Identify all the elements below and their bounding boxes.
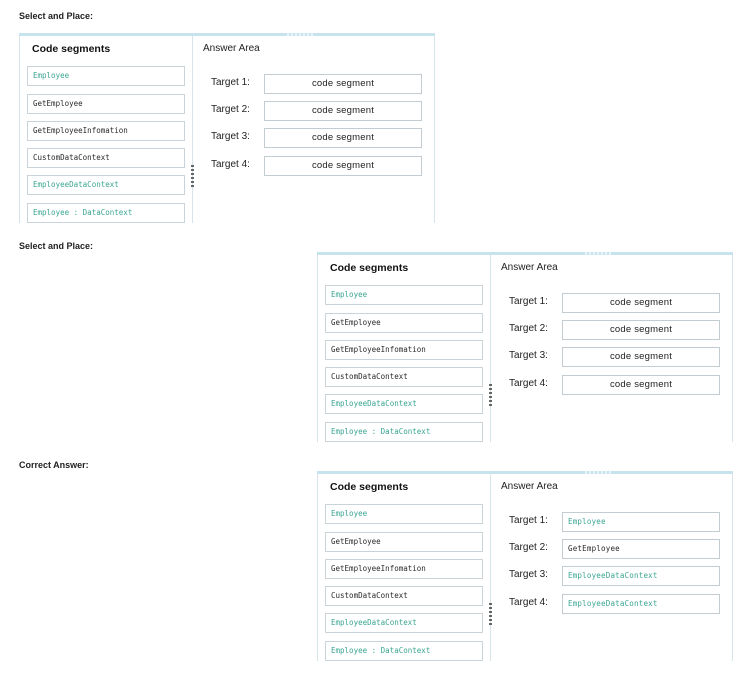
target-label: Target 3:: [211, 131, 250, 142]
code-segment-item[interactable]: Employee: [325, 285, 483, 305]
target-label: Target 2:: [509, 323, 548, 334]
code-segments-column: Code segments Employee GetEmployee GetEmplo…: [19, 36, 193, 223]
code-segment-item[interactable]: CustomDataContext: [325, 586, 483, 606]
code-segments-column: Code segments Employee GetEmployee GetEmplo…: [317, 474, 491, 661]
target-drop-box[interactable]: code segment: [264, 101, 422, 121]
answer-area-column: Answer Area Target 1: code segment Target 2…: [492, 255, 733, 442]
target-label: Target 3:: [509, 350, 548, 361]
target-drop-box[interactable]: code segment: [562, 320, 720, 340]
target-drop-box[interactable]: code segment: [562, 347, 720, 367]
code-segment-item[interactable]: CustomDataContext: [27, 148, 185, 168]
target-label: Target 1:: [211, 77, 250, 88]
target-drop-box[interactable]: Employee: [562, 512, 720, 532]
target-drop-box[interactable]: EmployeeDataContext: [562, 594, 720, 614]
code-segment-item[interactable]: GetEmployeeInfomation: [325, 559, 483, 579]
target-label: Target 2:: [211, 104, 250, 115]
code-segment-item[interactable]: CustomDataContext: [325, 367, 483, 387]
target-label: Target 4:: [509, 597, 548, 608]
drag-drop-panel: Code segments Employee GetEmployee GetEmplo…: [317, 471, 733, 661]
code-segment-item[interactable]: Employee : DataContext: [325, 641, 483, 661]
target-label: Target 2:: [509, 542, 548, 553]
answer-area-column: Answer Area Target 1: Employee Target 2: Get…: [492, 474, 733, 661]
code-segment-item[interactable]: EmployeeDataContext: [27, 175, 185, 195]
drag-drop-panel: Code segments Employee GetEmployee GetEmplo…: [19, 33, 435, 223]
target-drop-box[interactable]: code segment: [264, 128, 422, 148]
code-segment-item[interactable]: GetEmployee: [325, 313, 483, 333]
target-drop-box[interactable]: GetEmployee: [562, 539, 720, 559]
target-label: Target 3:: [509, 569, 548, 580]
answer-area-title: Answer Area: [501, 262, 558, 273]
section-label: Select and Place:: [19, 11, 94, 21]
code-segments-title: Code segments: [32, 43, 111, 55]
answer-area-title: Answer Area: [501, 481, 558, 492]
code-segment-item[interactable]: EmployeeDataContext: [325, 394, 483, 414]
answer-area-title: Answer Area: [203, 43, 260, 54]
drag-drop-panel: Code segments Employee GetEmployee GetEmplo…: [317, 252, 733, 442]
code-segment-item[interactable]: Employee : DataContext: [325, 422, 483, 442]
target-drop-box[interactable]: code segment: [562, 375, 720, 395]
code-segments-title: Code segments: [330, 262, 409, 274]
target-label: Target 1:: [509, 296, 548, 307]
target-drop-box[interactable]: code segment: [264, 156, 422, 176]
code-segment-item[interactable]: EmployeeDataContext: [325, 613, 483, 633]
answer-area-column: Answer Area Target 1: code segment Target 2…: [194, 36, 435, 223]
target-drop-box[interactable]: code segment: [562, 293, 720, 313]
target-drop-box[interactable]: EmployeeDataContext: [562, 566, 720, 586]
code-segments-title: Code segments: [330, 481, 409, 493]
code-segment-item[interactable]: GetEmployee: [27, 94, 185, 114]
code-segment-item[interactable]: GetEmployeeInfomation: [325, 340, 483, 360]
target-label: Target 4:: [509, 378, 548, 389]
target-drop-box[interactable]: code segment: [264, 74, 422, 94]
code-segment-item[interactable]: GetEmployee: [325, 532, 483, 552]
target-label: Target 1:: [509, 515, 548, 526]
code-segments-column: Code segments Employee GetEmployee GetEmplo…: [317, 255, 491, 442]
section-label: Select and Place:: [19, 241, 94, 251]
code-segment-item[interactable]: Employee: [325, 504, 483, 524]
code-segment-item[interactable]: Employee : DataContext: [27, 203, 185, 223]
target-label: Target 4:: [211, 159, 250, 170]
section-label: Correct Answer:: [19, 460, 89, 470]
code-segment-item[interactable]: GetEmployeeInfomation: [27, 121, 185, 141]
code-segment-item[interactable]: Employee: [27, 66, 185, 86]
